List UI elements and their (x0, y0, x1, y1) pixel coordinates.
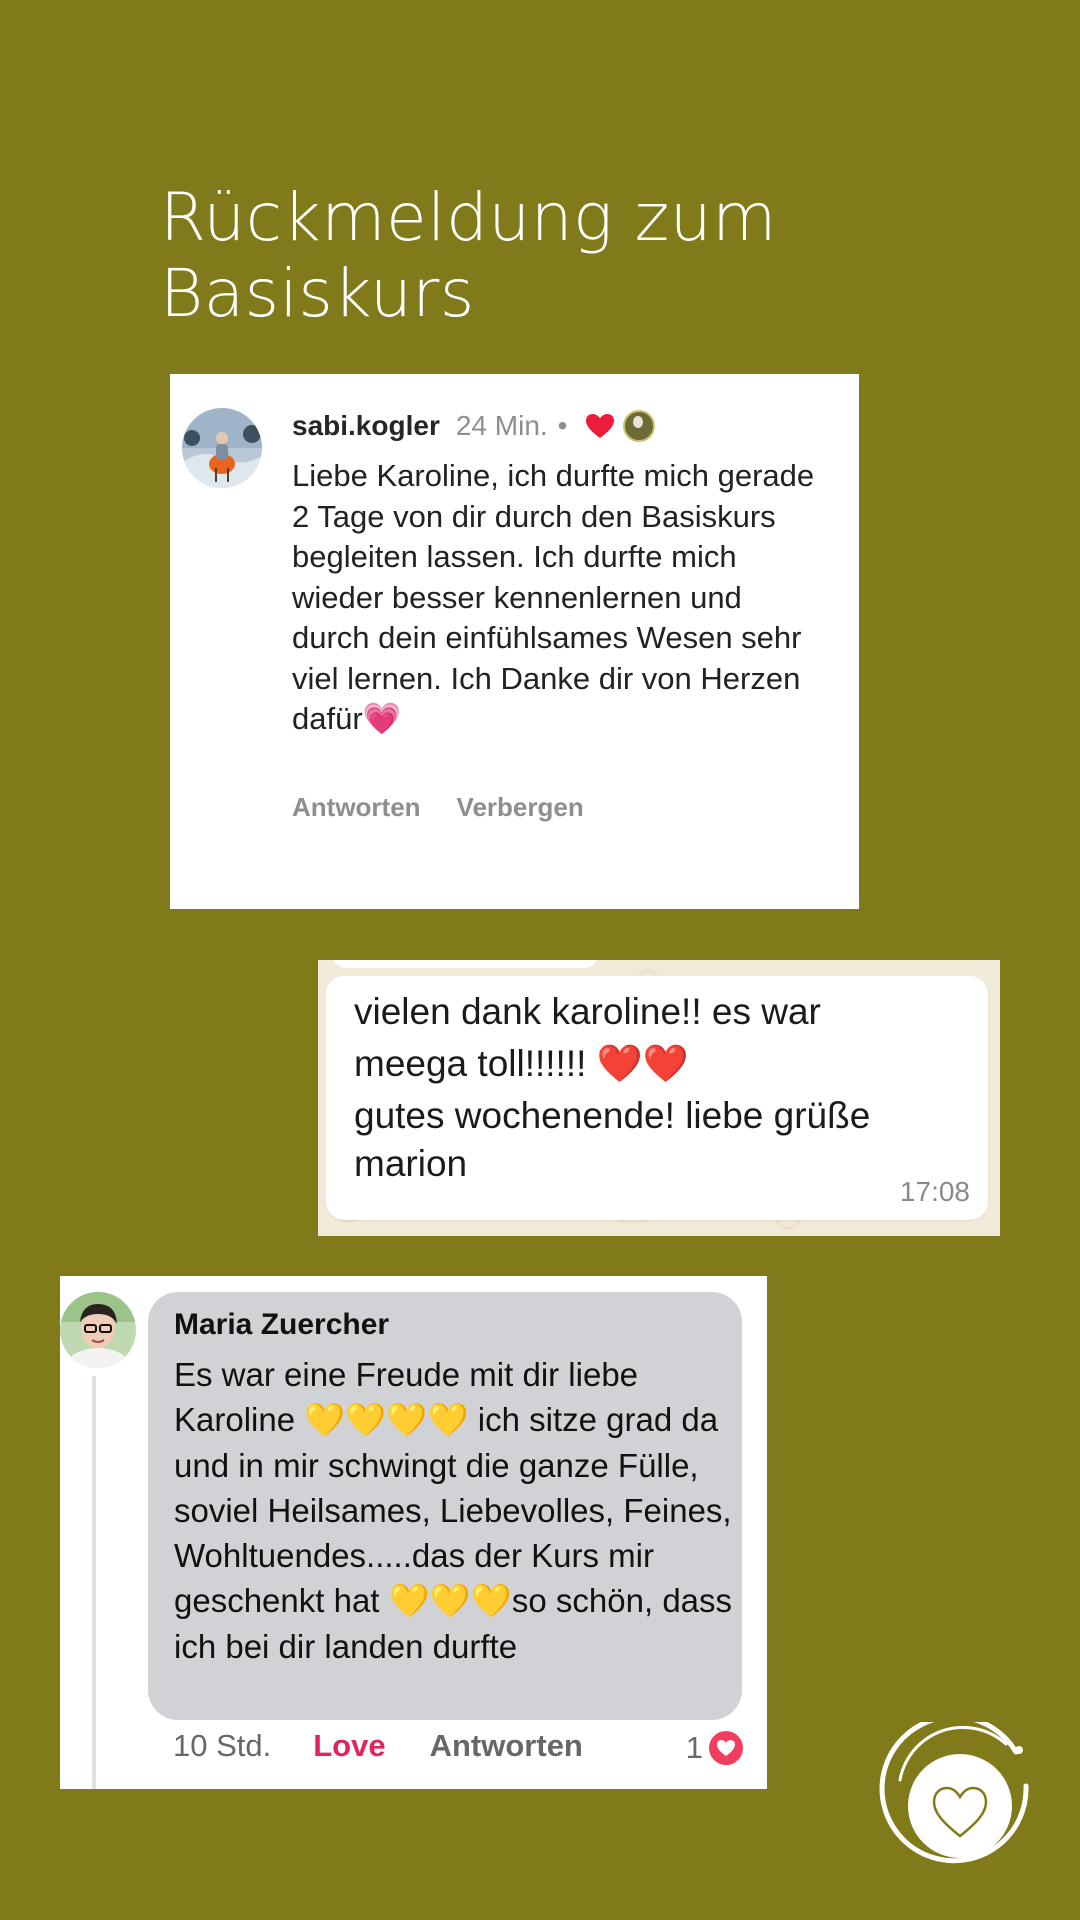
avatar[interactable] (182, 408, 262, 488)
next-comment-preview: herzwertsleben_karoline (276, 886, 727, 909)
page-title-line-2: Basiskurs (160, 255, 475, 332)
hide-link[interactable]: Verbergen (457, 792, 584, 823)
message-line-2: meega toll!!!!!! ❤️❤️ (354, 1043, 689, 1084)
comment-text: Es war eine Freude mit dir liebe Karolin… (174, 1356, 733, 1665)
comment-actions: 10 Std. Love Antworten (173, 1728, 583, 1764)
reaction-summary[interactable]: 1 (686, 1730, 743, 1766)
heart-icon[interactable] (585, 413, 615, 439)
avatar[interactable] (60, 1292, 136, 1368)
comment-actions: Antworten Verbergen (292, 792, 584, 823)
message-bubble[interactable]: vielen dank karoline!! es war meega toll… (326, 976, 988, 1220)
liker-avatar (623, 410, 656, 442)
comment-text: Liebe Karoline, ich durfte mich gerade 2… (292, 458, 815, 736)
comment-header: sabi.kogler 24 Min. • (292, 404, 656, 448)
previous-message-bubble (332, 960, 598, 968)
reply-button[interactable]: Antworten (430, 1728, 583, 1764)
comment-time: 24 Min. (455, 410, 548, 441)
message-line-1: vielen dank karoline!! es war (354, 991, 821, 1032)
love-reaction-button[interactable]: Love (313, 1728, 385, 1764)
page-title: Rückmeldung zum Basiskurs (160, 180, 960, 332)
brand-logo (876, 1714, 1036, 1882)
message-text: vielen dank karoline!! es war meega toll… (354, 988, 954, 1188)
message-time: 17:08 (899, 1176, 970, 1207)
username[interactable]: sabi.kogler (292, 410, 440, 442)
comment-time[interactable]: 10 Std. (173, 1728, 271, 1764)
reply-link[interactable]: Antworten (292, 792, 421, 823)
thread-line (92, 1376, 96, 1789)
instagram-comment-card: sabi.kogler 24 Min. • Liebe Karoline, ic… (170, 374, 859, 909)
comment-bubble: Maria Zuercher Es war eine Freude mit di… (148, 1292, 742, 1720)
reaction-count: 1 (685, 1730, 703, 1765)
separator-dot: • (557, 410, 568, 441)
love-reaction-icon (709, 1731, 743, 1765)
message-line-3: gutes wochenende! liebe grüße (354, 1095, 871, 1136)
whatsapp-message-card: vielen dank karoline!! es war meega toll… (318, 960, 1000, 1236)
message-line-4: marion (354, 1143, 468, 1184)
commenter-name[interactable]: Maria Zuercher (174, 1308, 389, 1342)
page-title-line-1: Rückmeldung zum (160, 179, 777, 256)
facebook-comment-card: Maria Zuercher Es war eine Freude mit di… (60, 1276, 767, 1789)
